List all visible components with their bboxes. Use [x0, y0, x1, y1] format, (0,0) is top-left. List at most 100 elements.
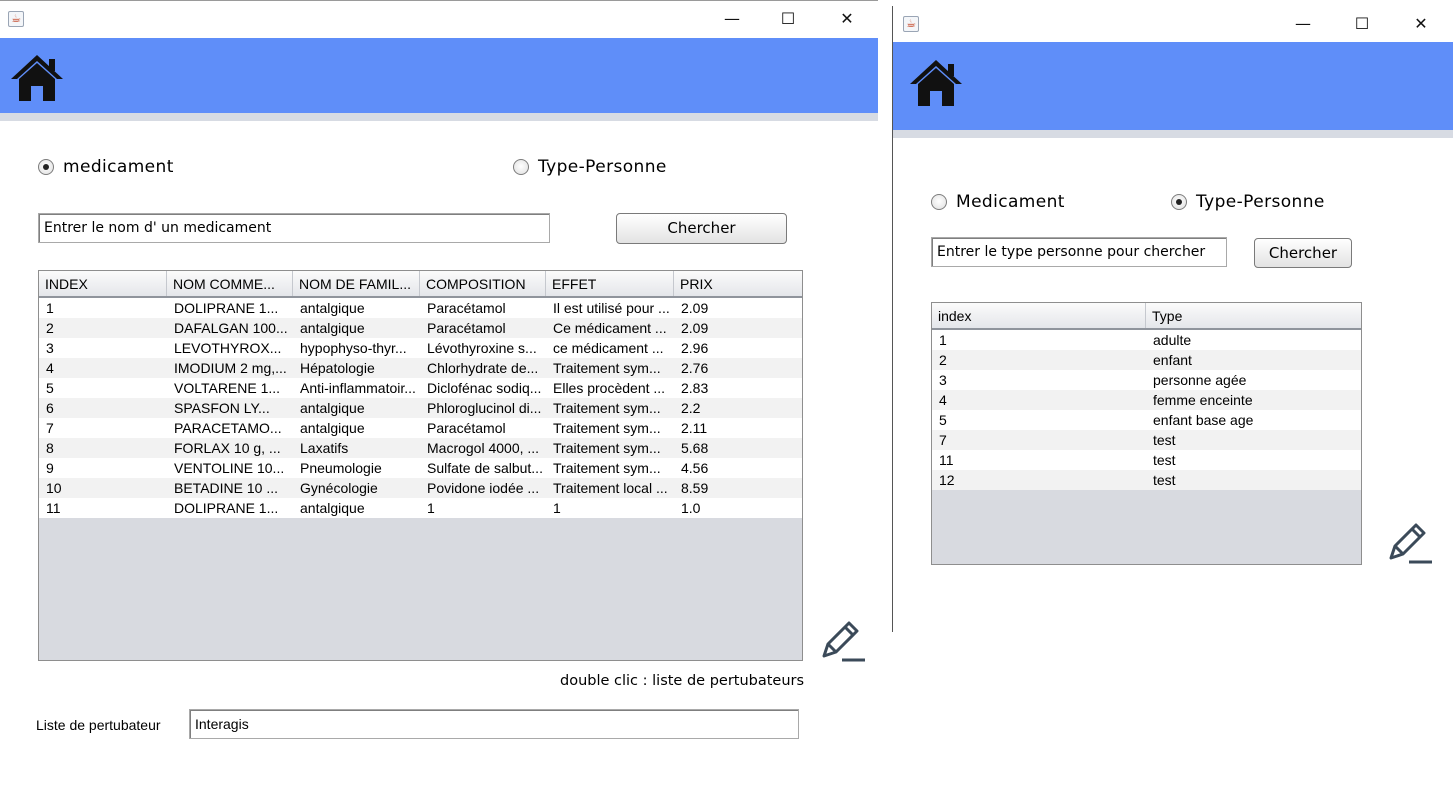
table-cell: Elles procèdent ...	[553, 380, 666, 396]
title-bar[interactable]: ☕ — ☐ ✕	[893, 6, 1453, 42]
java-app-icon: ☕	[8, 11, 24, 27]
table-row[interactable]: 4 femme enceinte	[932, 390, 1361, 410]
column-header[interactable]: NOM COMME...	[167, 271, 293, 296]
table-cell: femme enceinte	[1153, 392, 1253, 408]
radio-dot[interactable]	[513, 159, 529, 175]
table-cell: 8.59	[681, 480, 709, 496]
medicament-window: ☕ — ☐ ✕ medicament Type-Personne Entrer …	[0, 0, 878, 787]
minimize-button[interactable]: —	[712, 5, 752, 33]
table-cell: enfant	[1153, 352, 1192, 368]
type-personne-table[interactable]: index Type 1 adulte 2 enfant 3 personne agée 4…	[931, 302, 1362, 565]
table-row[interactable]: 3 personne agée	[932, 370, 1361, 390]
table-cell: Traitement sym...	[553, 360, 661, 376]
column-header[interactable]: COMPOSITION	[420, 271, 546, 296]
table-cell: DOLIPRANE 1...	[174, 500, 279, 516]
table-cell: 5.68	[681, 440, 709, 456]
table-row[interactable]: 9 VENTOLINE 10... Pneumologie Sulfate de sa…	[39, 458, 802, 478]
column-header[interactable]: NOM DE FAMIL...	[293, 271, 420, 296]
search-input[interactable]: Entrer le nom d' un medicament	[38, 213, 550, 243]
column-header[interactable]: EFFET	[546, 271, 674, 296]
close-button[interactable]: ✕	[1401, 10, 1441, 38]
table-cell: Laxatifs	[300, 440, 349, 456]
maximize-button[interactable]: ☐	[768, 5, 808, 33]
table-cell: enfant base age	[1153, 412, 1254, 428]
pencil-edit-icon[interactable]	[820, 618, 866, 664]
radio-label: Type-Personne	[538, 157, 667, 177]
table-row[interactable]: 12 test	[932, 470, 1361, 490]
maximize-button[interactable]: ☐	[1342, 10, 1382, 38]
table-row[interactable]: 1 DOLIPRANE 1... antalgique Paracétamol Il e…	[39, 298, 802, 318]
radio-label: Medicament	[956, 192, 1065, 212]
column-header[interactable]: INDEX	[39, 271, 167, 296]
close-button[interactable]: ✕	[827, 5, 867, 33]
table-cell: Ce médicament ...	[553, 320, 667, 336]
radio-medicament[interactable]: medicament	[38, 157, 174, 177]
table-cell: 4	[46, 360, 54, 376]
radio-type-personne[interactable]: Type-Personne	[1171, 192, 1325, 212]
table-cell: test	[1153, 472, 1176, 488]
table-row[interactable]: 1 adulte	[932, 330, 1361, 350]
table-cell: FORLAX 10 g, ...	[174, 440, 281, 456]
minimize-button[interactable]: —	[1283, 10, 1323, 38]
table-row[interactable]: 2 DAFALGAN 100... antalgique Paracétamol Ce …	[39, 318, 802, 338]
table-cell: 1	[553, 500, 561, 516]
home-icon[interactable]	[10, 53, 64, 103]
table-cell: VOLTARENE 1...	[174, 380, 281, 396]
radio-medicament[interactable]: Medicament	[931, 192, 1065, 212]
table-cell: hypophyso-thyr...	[300, 340, 407, 356]
radio-dot[interactable]	[931, 194, 947, 210]
table-header: INDEX NOM COMME... NOM DE FAMIL... COMPO…	[39, 271, 802, 298]
table-cell: Povidone iodée ...	[427, 480, 540, 496]
table-body: 1 DOLIPRANE 1... antalgique Paracétamol Il e…	[39, 298, 802, 518]
column-header[interactable]: PRIX	[674, 271, 802, 296]
table-row[interactable]: 5 enfant base age	[932, 410, 1361, 430]
table-cell: Diclofénac sodiq...	[427, 380, 542, 396]
table-cell: Traitement sym...	[553, 420, 661, 436]
column-header[interactable]: Type	[1146, 303, 1361, 328]
perturbateur-field[interactable]: Interagis	[189, 709, 799, 739]
table-row[interactable]: 10 BETADINE 10 ... Gynécologie Povidone iod…	[39, 478, 802, 498]
table-row[interactable]: 3 LEVOTHYROX... hypophyso-thyr... Lévothyro…	[39, 338, 802, 358]
header-band-edge	[0, 113, 878, 121]
table-header: index Type	[932, 303, 1361, 330]
table-cell: 2.09	[681, 320, 709, 336]
table-row[interactable]: 11 test	[932, 450, 1361, 470]
header-band	[0, 38, 878, 113]
home-icon[interactable]	[909, 58, 963, 108]
table-cell: antalgique	[300, 300, 365, 316]
table-cell: LEVOTHYROX...	[174, 340, 282, 356]
pencil-edit-icon[interactable]	[1387, 520, 1433, 566]
table-row[interactable]: 7 test	[932, 430, 1361, 450]
table-cell: 11	[46, 500, 61, 516]
java-app-icon: ☕	[903, 16, 919, 32]
table-cell: 4	[939, 392, 947, 408]
table-cell: 12	[939, 472, 955, 488]
search-button[interactable]: Chercher	[1254, 238, 1352, 268]
radio-dot[interactable]	[1171, 194, 1187, 210]
search-input[interactable]: Entrer le type personne pour chercher	[931, 237, 1227, 267]
radio-label: Type-Personne	[1196, 192, 1325, 212]
medicament-table[interactable]: INDEX NOM COMME... NOM DE FAMIL... COMPO…	[38, 270, 803, 661]
table-row[interactable]: 7 PARACETAMO... antalgique Paracétamol Trait…	[39, 418, 802, 438]
table-row[interactable]: 2 enfant	[932, 350, 1361, 370]
table-row[interactable]: 8 FORLAX 10 g, ... Laxatifs Macrogol 4000, …	[39, 438, 802, 458]
table-cell: Lévothyroxine s...	[427, 340, 537, 356]
column-header[interactable]: index	[932, 303, 1146, 328]
table-row[interactable]: 5 VOLTARENE 1... Anti-inflammatoir... Diclo…	[39, 378, 802, 398]
table-cell: Paracétamol	[427, 320, 506, 336]
search-button[interactable]: Chercher	[616, 213, 787, 244]
table-cell: 1	[939, 332, 947, 348]
table-cell: Sulfate de salbut...	[427, 460, 543, 476]
table-cell: Il est utilisé pour ...	[553, 300, 670, 316]
table-cell: test	[1153, 452, 1176, 468]
table-row[interactable]: 6 SPASFON LY... antalgique Phloroglucinol d…	[39, 398, 802, 418]
table-row[interactable]: 11 DOLIPRANE 1... antalgique 1 1 1.0	[39, 498, 802, 518]
table-cell: SPASFON LY...	[174, 400, 270, 416]
table-cell: adulte	[1153, 332, 1192, 348]
radio-type-personne[interactable]: Type-Personne	[513, 157, 667, 177]
radio-dot[interactable]	[38, 159, 54, 175]
table-cell: 2.83	[681, 380, 709, 396]
table-cell: Hépatologie	[300, 360, 375, 376]
title-bar[interactable]: ☕ — ☐ ✕	[0, 1, 878, 37]
table-row[interactable]: 4 IMODIUM 2 mg,... Hépatologie Chlorhydrate…	[39, 358, 802, 378]
